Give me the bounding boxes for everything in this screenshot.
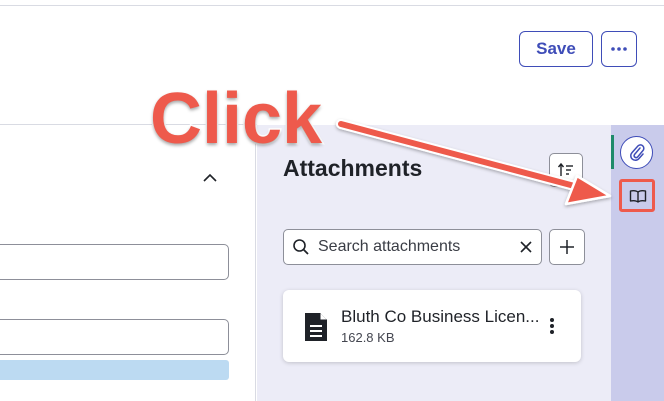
form-field-input[interactable] xyxy=(0,244,229,280)
add-attachment-button[interactable] xyxy=(549,229,585,265)
attachment-size: 162.8 KB xyxy=(341,330,395,345)
plus-icon xyxy=(560,240,574,254)
annotation-highlight-box xyxy=(619,179,655,212)
chevron-up-icon[interactable] xyxy=(201,171,219,185)
search-icon xyxy=(293,239,309,255)
attachment-name[interactable]: Bluth Co Business Licen... xyxy=(341,307,539,327)
ellipsis-icon xyxy=(611,47,627,51)
more-actions-button[interactable] xyxy=(601,31,637,67)
active-indicator xyxy=(611,135,614,169)
attachments-search xyxy=(283,229,542,265)
record-form-panel xyxy=(0,125,256,401)
header-actions: Save xyxy=(519,31,637,67)
paperclip-icon xyxy=(629,143,645,161)
annotation-label: Click xyxy=(148,78,323,161)
close-icon[interactable] xyxy=(519,240,533,254)
upload-progress-bar xyxy=(0,360,229,380)
document-icon xyxy=(305,313,327,341)
app-window: Save Attachments Search attachments Blut… xyxy=(0,0,664,401)
attachments-panel: Attachments Search attachments Bluth Co … xyxy=(257,125,611,401)
utility-rail xyxy=(611,125,664,401)
form-field-input[interactable] xyxy=(0,319,229,355)
kebab-icon[interactable] xyxy=(549,317,555,335)
save-button[interactable]: Save xyxy=(519,31,593,67)
search-input[interactable] xyxy=(318,238,519,256)
sort-icon xyxy=(557,162,573,176)
rail-attachments-button[interactable] xyxy=(620,136,653,169)
sort-button[interactable] xyxy=(549,153,583,187)
attachment-card[interactable]: Bluth Co Business Licen... 162.8 KB xyxy=(283,290,581,362)
top-divider xyxy=(0,0,664,6)
